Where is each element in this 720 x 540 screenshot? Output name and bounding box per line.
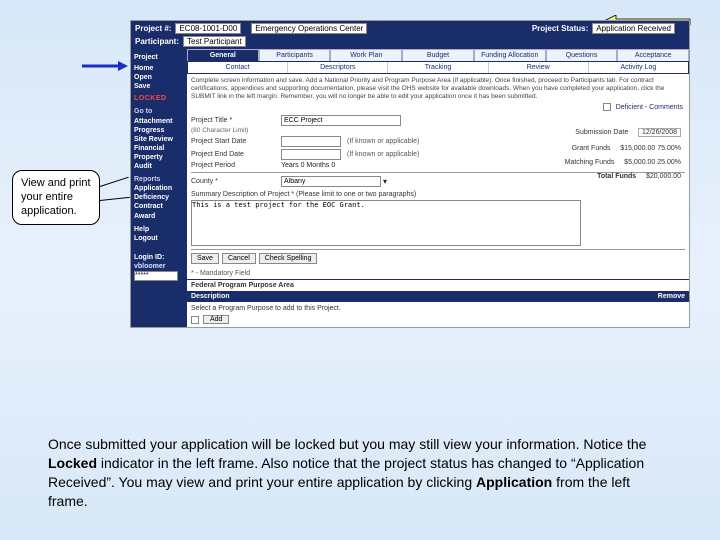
sidebar-item-sitereview[interactable]: Site Review [134, 135, 184, 144]
content-panel: General Participants Work Plan Budget Fu… [187, 49, 689, 327]
sidebar-item-open[interactable]: Open [134, 73, 184, 82]
tab-participants[interactable]: Participants [259, 49, 331, 61]
sidebar-item-contract[interactable]: Contract [134, 202, 184, 211]
sidebar-item-progress[interactable]: Progress [134, 126, 184, 135]
col-description: Description [191, 293, 625, 300]
subtab-activitylog[interactable]: Activity Log [589, 62, 688, 73]
period-value: Years 0 Months 0 [281, 162, 335, 169]
total-label: Total Funds [597, 173, 636, 180]
instruction-blurb: Complete screen information and save. Ad… [187, 74, 689, 103]
subtab-bar: Contact Descriptors Tracking Review Acti… [187, 62, 689, 74]
deficient-row: Deficient - Comments [187, 103, 689, 111]
col-remove: Remove [625, 293, 685, 300]
body-t4: Application [476, 474, 552, 490]
sidebar: Project Home Open Save LOCKED Go to Atta… [131, 49, 187, 327]
tab-acceptance[interactable]: Acceptance [617, 49, 689, 61]
county-input[interactable] [281, 176, 381, 187]
header-row-2: Participant: Test Participant [131, 36, 689, 49]
tab-general[interactable]: General [187, 49, 259, 61]
sidebar-item-attachment[interactable]: Attachment [134, 117, 184, 126]
tab-questions[interactable]: Questions [546, 49, 618, 61]
title-hint: (80 Character Limit) [191, 127, 281, 134]
project-num-label: Project #: [135, 24, 171, 33]
sidebar-item-financial[interactable]: Financial [134, 144, 184, 153]
callout-view-print: View and print your entire application. [12, 170, 100, 225]
sidebar-login-id: vbloomer [134, 262, 184, 271]
sidebar-item-deficiency[interactable]: Deficiency [134, 193, 184, 202]
add-checkbox[interactable] [191, 316, 199, 324]
dropdown-icon[interactable]: ▾ [383, 177, 387, 186]
subtab-contact[interactable]: Contact [188, 62, 288, 73]
title-input[interactable] [281, 115, 401, 126]
sidebar-item-application[interactable]: Application [134, 184, 184, 193]
start-hint: (If known or applicable) [347, 138, 419, 145]
connector-line-1 [100, 177, 129, 187]
tab-bar: General Participants Work Plan Budget Fu… [187, 49, 689, 62]
grant-value: $15,000.00 75.00% [620, 145, 681, 152]
cancel-button[interactable]: Cancel [222, 253, 256, 264]
project-status-value: Application Received [592, 23, 675, 34]
title-label: Project Title * [191, 117, 281, 124]
arrow-blue-locked [80, 60, 128, 72]
project-num-value: EC08-1001-D00 [175, 23, 241, 34]
fppa-label: Federal Program Purpose Area [187, 279, 689, 291]
subtab-review[interactable]: Review [489, 62, 589, 73]
sidebar-locked-indicator: LOCKED [134, 94, 184, 103]
tab-workplan[interactable]: Work Plan [330, 49, 402, 61]
match-label: Matching Funds [565, 159, 615, 166]
fppa-table-header: Description Remove [187, 291, 689, 302]
sidebar-item-property[interactable]: Property [134, 153, 184, 162]
add-button[interactable]: Add [203, 315, 229, 324]
subtab-descriptors[interactable]: Descriptors [288, 62, 388, 73]
select-row: Select a Program Purpose to add to this … [187, 302, 689, 315]
participant-label: Participant: [135, 37, 179, 46]
sidebar-item-save[interactable]: Save [134, 82, 184, 91]
sub-date-value: 12/26/2008 [638, 128, 681, 137]
body-t1: Once submitted your application will be … [48, 436, 646, 452]
period-label: Project Period [191, 162, 281, 169]
subtab-tracking[interactable]: Tracking [388, 62, 488, 73]
sidebar-login-label: Login ID: [134, 253, 184, 262]
end-hint: (If known or applicable) [347, 151, 419, 158]
deficient-label: Deficient - Comments [616, 104, 683, 111]
tab-budget[interactable]: Budget [402, 49, 474, 61]
sidebar-item-help[interactable]: Help [134, 225, 184, 234]
mandatory-note: * - Mandatory Field [187, 268, 689, 279]
match-value: $5,000.00 25.00% [624, 159, 681, 166]
end-label: Project End Date [191, 151, 281, 158]
sidebar-item-award[interactable]: Award [134, 212, 184, 221]
callout-text: View and print your entire application. [21, 177, 91, 217]
start-input[interactable] [281, 136, 341, 147]
total-value: $20,000.00 [646, 173, 681, 180]
connector-line-2 [100, 197, 130, 201]
sidebar-title-reports: Reports [134, 175, 184, 184]
sidebar-title-project: Project [134, 53, 184, 62]
sub-date-label: Submission Date [575, 129, 628, 136]
start-label: Project Start Date [191, 138, 281, 145]
sidebar-item-home[interactable]: Home [134, 64, 184, 73]
summary-label: Summary Description of Project * (Please… [191, 191, 416, 198]
sidebar-item-audit[interactable]: Audit [134, 162, 184, 171]
save-button[interactable]: Save [191, 253, 219, 264]
app-screenshot: Project #: EC08-1001-D00 Emergency Opera… [130, 20, 690, 328]
participant-value: Test Participant [183, 36, 246, 47]
sidebar-password-input[interactable] [134, 271, 178, 281]
tab-funding[interactable]: Funding Allocation [474, 49, 546, 61]
grant-label: Grant Funds [572, 145, 611, 152]
deficient-checkbox[interactable] [603, 103, 611, 111]
county-label: County * [191, 178, 281, 185]
sidebar-title-goto: Go to [134, 107, 184, 116]
body-paragraph: Once submitted your application will be … [48, 435, 668, 511]
header-row-1: Project #: EC08-1001-D00 Emergency Opera… [131, 21, 689, 36]
spellcheck-button[interactable]: Check Spelling [259, 253, 318, 264]
project-status-label: Project Status: [532, 24, 588, 33]
sidebar-item-logout[interactable]: Logout [134, 234, 184, 243]
form-area: Project Title * (80 Character Limit) Sub… [187, 111, 689, 268]
end-input[interactable] [281, 149, 341, 160]
body-t2: Locked [48, 455, 97, 471]
summary-textarea[interactable] [191, 200, 581, 246]
select-text: Select a Program Purpose to add to this … [191, 305, 341, 312]
project-name-value: Emergency Operations Center [251, 23, 367, 34]
